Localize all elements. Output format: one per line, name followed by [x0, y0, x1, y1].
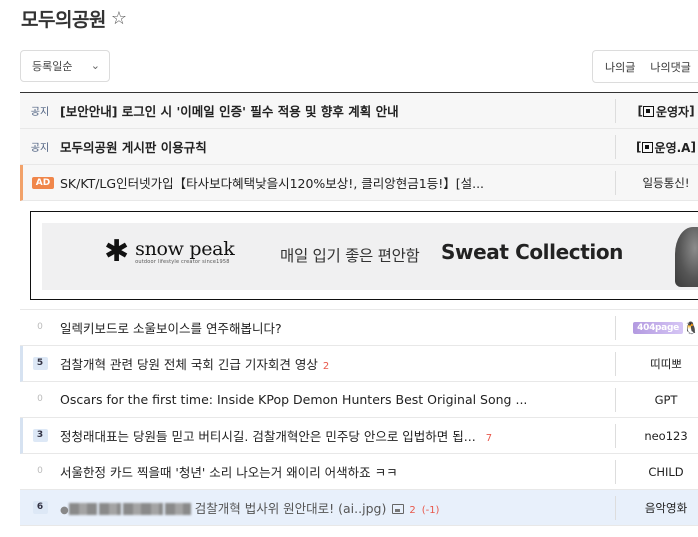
comment-count[interactable]: 2 [409, 505, 415, 516]
post-subject[interactable]: 일렉키보드로 소울보이스를 연주해봅니다? [60, 318, 560, 337]
post-subject-text: 검찰개혁 관련 당원 전체 국회 긴급 기자회견 영상 [60, 357, 318, 372]
brand-sub: outdoor lifestyle creator [135, 259, 201, 265]
post-subject[interactable]: ● 검찰개혁 법사위 원안대로! (ai..jpg) 2 (-1) [60, 498, 560, 517]
notice-row[interactable]: 공지 [보안안내] 로그인 시 '이메일 인증' 필수 적용 및 향후 계획 안… [20, 93, 698, 129]
post-row[interactable]: 5 검찰개혁 관련 당원 전체 국회 긴급 기자회견 영상 2 띠띠뽀 [20, 346, 698, 382]
recommend-count: 5 [32, 357, 48, 370]
banner-image[interactable]: ✱ snow peak outdoor lifestyle creator si… [42, 223, 698, 290]
ad-badge-wrap: AD [23, 176, 63, 189]
tab-my-posts[interactable]: 나의글 [593, 59, 635, 75]
admin-icon [641, 141, 653, 153]
blurred-text [98, 503, 121, 515]
ad-row[interactable]: AD SK/KT/LG인터넷가입【타사보다혜택낮을시120%보상!, 클리앙현금… [20, 165, 698, 201]
sort-select-value: 등록일순 [32, 60, 73, 73]
snowflake-icon: ✱ [104, 234, 130, 269]
tab-my-comments[interactable]: 나의댓글 [635, 59, 690, 75]
recommend-count: 6 [32, 501, 48, 514]
post-author[interactable]: 404page 🐧 [615, 316, 698, 340]
post-subject[interactable]: SK/KT/LG인터넷가입【타사보다혜택낮을시120%보상!, 클리앙현금1등!… [60, 173, 560, 192]
comment-count[interactable]: 7 [486, 433, 492, 444]
image-attachment-icon [392, 504, 405, 514]
post-subject-text: 검찰개혁 법사위 원안대로! (ai..jpg) [194, 501, 387, 516]
post-author[interactable]: 일등통신! [615, 171, 698, 195]
post-subject[interactable]: 모두의공원 게시판 이용규칙 [60, 137, 560, 156]
comment-delta: (-1) [421, 505, 440, 516]
recommend-count: 0 [37, 466, 43, 476]
post-author[interactable]: [운영자] [615, 99, 698, 123]
sort-select[interactable]: 등록일순 ⌄ [20, 50, 110, 82]
blurred-text [164, 503, 191, 515]
notice-row[interactable]: 공지 모두의공원 게시판 이용규칙 [운영.A] [20, 129, 698, 165]
post-author[interactable]: 띠띠뽀 [615, 352, 698, 376]
recommend-count: 0 [37, 322, 43, 332]
post-author[interactable]: GPT [615, 388, 698, 412]
blurred-text [68, 503, 97, 515]
brand-name: snow peak [135, 238, 235, 260]
post-subject[interactable]: Oscars for the first time: Inside KPop D… [60, 392, 560, 407]
comment-count[interactable]: 2 [323, 361, 329, 372]
post-row[interactable]: 3 정청래대표는 당원들 믿고 버티시길. 검찰개혁안은 민주당 안으로 입법하… [20, 418, 698, 454]
ad-banner-row: ✱ snow peak outdoor lifestyle creator si… [20, 201, 698, 310]
post-row[interactable]: 0 서울한정 카드 찍을때 '청년' 소리 나오는거 왜이리 어색하죠 ㅋㅋ C… [20, 454, 698, 490]
brand-since: since1958 [202, 259, 230, 265]
ad-banner[interactable]: ✱ snow peak outdoor lifestyle creator si… [30, 211, 698, 300]
chevron-down-icon: ⌄ [90, 59, 100, 72]
post-author[interactable]: [운영.A] [615, 135, 698, 159]
post-subject[interactable]: 서울한정 카드 찍을때 '청년' 소리 나오는거 왜이리 어색하죠 ㅋㅋ [60, 462, 560, 481]
admin-icon [642, 105, 654, 117]
star-icon[interactable]: ☆ [111, 8, 127, 29]
hoodie-product-image [675, 227, 698, 287]
notice-tag: 공지 [30, 107, 50, 118]
post-subject-text: 정청래대표는 당원들 믿고 버티시길. 검찰개혁안은 민주당 안으로 입법하면 … [60, 429, 476, 444]
post-list: 공지 [보안안내] 로그인 시 '이메일 인증' 필수 적용 및 향후 계획 안… [20, 92, 698, 526]
bullet-dot: ● [60, 505, 69, 516]
post-author[interactable]: 음악영화 [615, 496, 698, 520]
banner-copy: 매일 입기 좋은 편안함 [280, 247, 420, 265]
blurred-text [122, 503, 163, 515]
post-subject[interactable]: 검찰개혁 관련 당원 전체 국회 긴급 기자회견 영상 2 [60, 354, 560, 373]
snow-peak-logo: ✱ snow peak outdoor lifestyle creator si… [104, 234, 235, 269]
penguin-icon: 🐧 [683, 321, 698, 335]
my-activity-tabs: 나의글 나의댓글 [592, 50, 698, 83]
board-title-text: 모두의공원 [21, 8, 106, 31]
banner-collection: Sweat Collection [441, 240, 624, 264]
notice-tag: 공지 [30, 143, 50, 154]
recommend-count: 0 [37, 394, 43, 404]
author-name: 운영자 [655, 104, 690, 119]
ad-badge: AD [31, 176, 55, 189]
post-row[interactable]: 6 ● 검찰개혁 법사위 원안대로! (ai..jpg) 2 (-1) 음악영화 [20, 490, 698, 526]
author-name: 운영.A [654, 140, 691, 155]
post-row[interactable]: 0 일렉키보드로 소울보이스를 연주해봅니다? 404page 🐧 [20, 310, 698, 346]
post-author[interactable]: neo123 [615, 424, 698, 448]
post-subject[interactable]: [보안안내] 로그인 시 '이메일 인증' 필수 적용 및 향후 계획 안내 [60, 101, 560, 120]
recommend-count: 3 [32, 429, 48, 442]
board-title: 모두의공원 ☆ [21, 5, 127, 31]
post-row[interactable]: 0 Oscars for the first time: Inside KPop… [20, 382, 698, 418]
post-subject[interactable]: 정청래대표는 당원들 믿고 버티시길. 검찰개혁안은 민주당 안으로 입법하면 … [60, 426, 560, 445]
nickname-image-badge: 404page [633, 322, 683, 334]
post-author[interactable]: CHILD [615, 460, 698, 484]
